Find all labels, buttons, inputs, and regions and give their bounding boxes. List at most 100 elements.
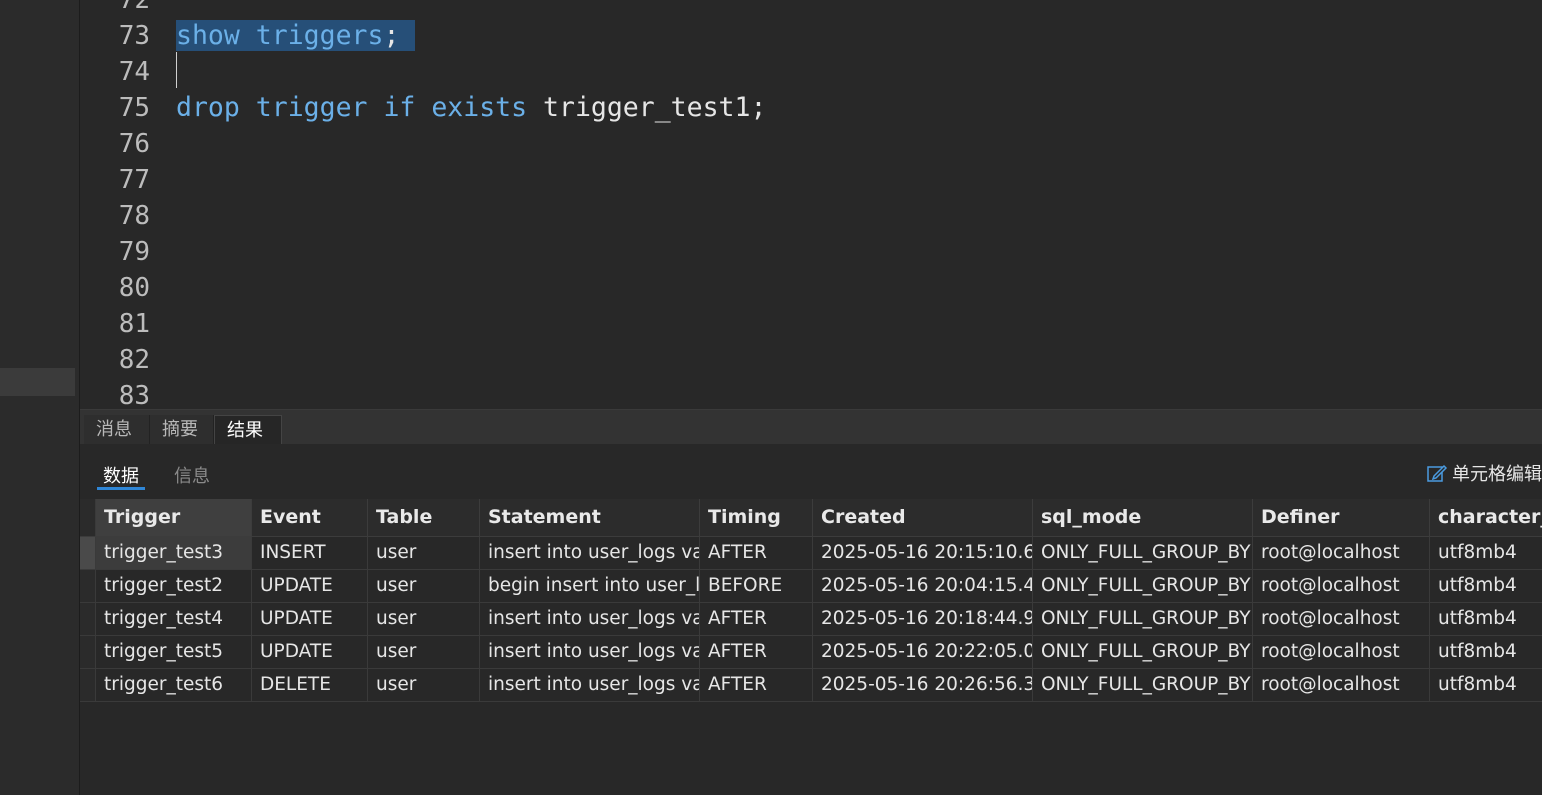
line-number: 80 [118, 273, 150, 303]
table-cell[interactable]: begin insert into user_l [480, 570, 700, 602]
table-cell[interactable]: user [368, 669, 480, 701]
table-cell[interactable]: 2025-05-16 20:04:15.47 [813, 570, 1033, 602]
keyword-token: exists [431, 92, 528, 123]
column-header[interactable]: Created [813, 499, 1033, 536]
column-header[interactable]: Statement [480, 499, 700, 536]
table-cell[interactable]: INSERT [252, 537, 368, 569]
code-token: ; [383, 20, 416, 51]
line-number: 81 [118, 309, 150, 339]
table-cell[interactable]: root@localhost [1253, 537, 1430, 569]
column-header[interactable]: Timing [700, 499, 813, 536]
table-row[interactable]: trigger_test3 INSERT user insert into user_… [80, 537, 1542, 570]
table-cell[interactable]: user [368, 636, 480, 668]
table-cell[interactable]: utf8mb4 [1430, 537, 1542, 569]
tab-result-0[interactable]: 消息 [84, 415, 150, 445]
row-selector[interactable] [80, 669, 96, 701]
table-cell[interactable]: utf8mb4 [1430, 669, 1542, 701]
row-selector[interactable] [80, 636, 96, 668]
table-cell[interactable]: 2025-05-16 20:26:56.31 [813, 669, 1033, 701]
table-cell[interactable]: ONLY_FULL_GROUP_BY, [1033, 570, 1253, 602]
grid-header: Trigger Event Table Statement Timing Created s… [80, 499, 1542, 537]
table-cell[interactable]: trigger_test3 [96, 537, 252, 569]
cell-edit-label: 单元格编辑 [1452, 464, 1542, 485]
line-number: 78 [118, 201, 150, 231]
tab-result-2[interactable]: 结果 1 [214, 415, 282, 471]
table-cell[interactable]: UPDATE [252, 570, 368, 602]
table-cell[interactable]: AFTER [700, 636, 813, 668]
row-selector[interactable] [80, 537, 96, 569]
table-cell[interactable]: user [368, 603, 480, 635]
table-cell[interactable]: ONLY_FULL_GROUP_BY, [1033, 537, 1253, 569]
table-cell[interactable]: ONLY_FULL_GROUP_BY, [1033, 603, 1253, 635]
table-cell[interactable]: user [368, 570, 480, 602]
line-number: 82 [118, 345, 150, 375]
row-selector[interactable] [80, 570, 96, 602]
code-line[interactable]: drop trigger if exists trigger_test1; [176, 90, 766, 126]
cell-edit-button[interactable]: 单元格编辑 [1426, 460, 1542, 489]
table-cell[interactable]: 2025-05-16 20:22:05.00 [813, 636, 1033, 668]
table-cell[interactable]: utf8mb4 [1430, 636, 1542, 668]
table-cell[interactable]: root@localhost [1253, 603, 1430, 635]
table-cell[interactable]: AFTER [700, 669, 813, 701]
tab-result-1[interactable]: 摘要 [150, 415, 214, 445]
table-cell[interactable]: root@localhost [1253, 636, 1430, 668]
side-panel [0, 0, 80, 795]
table-cell[interactable]: DELETE [252, 669, 368, 701]
row-selector[interactable] [80, 603, 96, 635]
table-cell[interactable]: ONLY_FULL_GROUP_BY, [1033, 636, 1253, 668]
subtab-info[interactable]: 信息 [174, 462, 210, 488]
table-cell[interactable]: AFTER [700, 537, 813, 569]
table-cell[interactable]: insert into user_logs valu [480, 537, 700, 569]
table-cell[interactable]: insert into user_logs valu [480, 603, 700, 635]
table-cell[interactable]: insert into user_logs valu [480, 669, 700, 701]
table-cell[interactable]: root@localhost [1253, 570, 1430, 602]
column-header[interactable]: character_s [1430, 499, 1542, 536]
edit-pencil-icon [1426, 462, 1448, 489]
table-row[interactable]: trigger_test6 DELETE user insert into user_… [80, 669, 1542, 702]
keyword-token: drop [176, 92, 240, 123]
line-number: 76 [118, 129, 150, 159]
column-header[interactable]: sql_mode [1033, 499, 1253, 536]
table-cell[interactable]: utf8mb4 [1430, 603, 1542, 635]
column-header[interactable]: Trigger [96, 499, 252, 536]
line-number: 73 [118, 21, 150, 51]
keyword-token: if [383, 92, 416, 123]
column-header[interactable]: Event [252, 499, 368, 536]
table-cell[interactable]: trigger_test6 [96, 669, 252, 701]
column-header[interactable]: Table [368, 499, 480, 536]
table-cell[interactable]: trigger_test2 [96, 570, 252, 602]
table-cell[interactable]: AFTER [700, 603, 813, 635]
results-grid[interactable]: Trigger Event Table Statement Timing Created s… [80, 499, 1542, 795]
table-cell[interactable]: utf8mb4 [1430, 570, 1542, 602]
code-line[interactable]: show triggers; [176, 18, 416, 54]
sql-editor[interactable]: 72 73 74 75 76 77 78 79 80 81 82 83 show triggers; … [80, 0, 1542, 409]
table-cell[interactable]: UPDATE [252, 603, 368, 635]
result-subtabs-bar: 数据 信息 单元格编辑 [80, 444, 1542, 499]
column-header[interactable]: Definer [1253, 499, 1430, 536]
line-number: 83 [118, 381, 150, 409]
table-cell[interactable]: insert into user_logs valu [480, 636, 700, 668]
table-cell[interactable]: BEFORE [700, 570, 813, 602]
table-row[interactable]: trigger_test4 UPDATE user insert into user_… [80, 603, 1542, 636]
text-cursor [176, 52, 177, 88]
code-token: trigger_test1; [527, 92, 767, 123]
table-cell[interactable]: trigger_test4 [96, 603, 252, 635]
line-number: 72 [118, 0, 150, 15]
keyword-token: show [176, 20, 240, 51]
result-tabs-bar: 消息摘要结果 1 [80, 409, 1542, 471]
table-cell[interactable]: 2025-05-16 20:18:44.94 [813, 603, 1033, 635]
table-cell[interactable]: UPDATE [252, 636, 368, 668]
line-number: 79 [118, 237, 150, 267]
line-number-gutter: 72 73 74 75 76 77 78 79 80 81 82 83 [80, 0, 152, 409]
subtab-data[interactable]: 数据 [103, 462, 139, 488]
table-cell[interactable]: ONLY_FULL_GROUP_BY, [1033, 669, 1253, 701]
table-row[interactable]: trigger_test2 UPDATE user begin insert into… [80, 570, 1542, 603]
table-row[interactable]: trigger_test5 UPDATE user insert into user_… [80, 636, 1542, 669]
table-cell[interactable]: trigger_test5 [96, 636, 252, 668]
line-number: 75 [118, 93, 150, 123]
table-cell[interactable]: user [368, 537, 480, 569]
table-cell[interactable]: root@localhost [1253, 669, 1430, 701]
table-cell[interactable]: 2025-05-16 20:15:10.68 [813, 537, 1033, 569]
